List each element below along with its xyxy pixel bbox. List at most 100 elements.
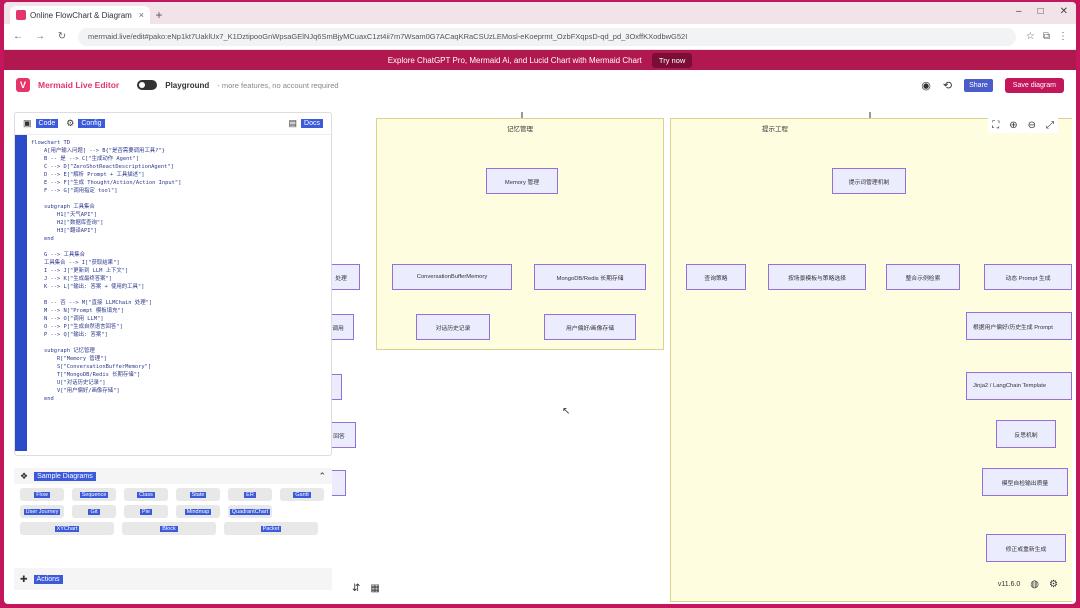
close-window-icon[interactable]: ✕: [1060, 6, 1068, 17]
extension-icon[interactable]: ⧉: [1043, 31, 1050, 42]
node-reflection[interactable]: 反思机制: [996, 420, 1056, 448]
node-conversation-buffer[interactable]: ConversationBufferMemory: [392, 264, 512, 290]
code-line[interactable]: [31, 243, 327, 251]
playground-toggle[interactable]: [137, 80, 158, 90]
code-line[interactable]: B -- 是 --> C["生成动作 Agent"]: [31, 155, 327, 163]
code-line[interactable]: O --> P["生成自然语言回答"]: [31, 323, 327, 331]
github-icon[interactable]: ◉: [921, 79, 931, 92]
code-line[interactable]: [31, 291, 327, 299]
node-prompt-manager[interactable]: 提示词管理机制: [832, 168, 906, 194]
code-line[interactable]: S["ConversationBufferMemory"]: [31, 363, 327, 371]
menu-icon[interactable]: ⋮: [1058, 31, 1068, 42]
code-line[interactable]: G --> 工具集合: [31, 251, 327, 259]
code-line[interactable]: P --> Q["输出: 答案"]: [31, 331, 327, 339]
sample-git[interactable]: Git: [72, 505, 116, 518]
app-name[interactable]: Mermaid Live Editor: [38, 80, 119, 90]
tab-config[interactable]: ⚙ Config: [66, 118, 105, 129]
node-query-strategy[interactable]: 查询策略: [686, 264, 746, 290]
code-line[interactable]: M --> N["Prompt 模板填充"]: [31, 307, 327, 315]
sample-pie[interactable]: Pie: [124, 505, 168, 518]
new-tab-button[interactable]: +: [150, 6, 168, 24]
node-self-check[interactable]: 模型自检输出质量: [982, 468, 1068, 496]
sample-sequence[interactable]: Sequence: [72, 488, 116, 501]
code-line[interactable]: flowchart TD: [31, 139, 327, 147]
reload-icon[interactable]: ↻: [56, 31, 68, 42]
sample-mindmap[interactable]: Mindmap: [176, 505, 220, 518]
sample-flow[interactable]: Flow: [20, 488, 64, 501]
tab-code[interactable]: ▣ Code: [23, 118, 59, 129]
star-icon[interactable]: ☆: [1026, 31, 1035, 42]
code-line[interactable]: N --> O["调用 LLM"]: [31, 315, 327, 323]
code-line[interactable]: T["MongoDB/Redis 长期存储"]: [31, 371, 327, 379]
code-line[interactable]: K --> L["输出: 答案 + 使用的工具"]: [31, 283, 327, 291]
code-line[interactable]: H2["数据库查询"]: [31, 219, 327, 227]
pan-zoom-icon[interactable]: ⇵: [352, 583, 360, 594]
grid-icon[interactable]: ▦: [370, 583, 379, 594]
back-icon[interactable]: ←: [12, 31, 24, 42]
zoom-out-icon[interactable]: ⊖: [1028, 120, 1036, 131]
partial-node-1[interactable]: 处理: [332, 264, 360, 290]
sample-block[interactable]: Block: [122, 522, 216, 535]
maximize-icon[interactable]: □: [1038, 6, 1044, 17]
node-memory[interactable]: Memory 管理: [486, 168, 558, 194]
node-history[interactable]: 对话历史记录: [416, 314, 490, 340]
code-line[interactable]: end: [31, 235, 327, 243]
code-line[interactable]: H3["翻译API"]: [31, 227, 327, 235]
sample-user-journey[interactable]: User Journey: [20, 505, 64, 518]
code-line[interactable]: [31, 195, 327, 203]
sample-xychart[interactable]: XYChart: [20, 522, 114, 535]
node-mongo-redis[interactable]: MongoDB/Redis 长期存储: [534, 264, 646, 290]
code-line[interactable]: U["对话历史记录"]: [31, 379, 327, 387]
url-field[interactable]: mermaid.live/edit#pako:eNp1kt7UaklUx7_K1…: [78, 27, 1016, 46]
node-regenerate[interactable]: 修正或重新生成: [986, 534, 1066, 562]
palette-icon[interactable]: ◍: [1030, 579, 1039, 590]
code-line[interactable]: F --> G["调用指定 tool"]: [31, 187, 327, 195]
code-line[interactable]: subgraph 工具集合: [31, 203, 327, 211]
sample-quadrantchart[interactable]: QuadrantChart: [228, 505, 272, 518]
code-line[interactable]: D --> E["解析 Prompt + 工具描述"]: [31, 171, 327, 179]
diagram-canvas[interactable]: 处理 调用 回答 记忆管理 Memory 管理 ConversationBuff…: [332, 112, 1072, 602]
node-template-select[interactable]: 按场景模板与策略选择: [768, 264, 866, 290]
node-example-retrieval[interactable]: 整合示例检索: [886, 264, 960, 290]
sample-diagrams-header[interactable]: ❖ Sample Diagrams ⌃: [14, 468, 332, 484]
code-line[interactable]: 工具集合 --> I["获取结果"]: [31, 259, 327, 267]
code-line[interactable]: [31, 403, 327, 411]
node-dynamic-prompt[interactable]: 动态 Prompt 生成: [984, 264, 1072, 290]
code-line[interactable]: I --> J["更新到 LLM 上下文"]: [31, 267, 327, 275]
share-button[interactable]: Share: [964, 78, 993, 92]
forward-icon[interactable]: →: [34, 31, 46, 42]
try-now-button[interactable]: Try now: [651, 52, 693, 68]
node-preference[interactable]: 用户偏好/画像存储: [544, 314, 636, 340]
code-line[interactable]: E --> F["生成 Thought/Action/Action Input"…: [31, 179, 327, 187]
sample-class[interactable]: Class: [124, 488, 168, 501]
partial-node-2[interactable]: 调用: [332, 314, 354, 340]
partial-node-5[interactable]: [332, 470, 346, 496]
code-line[interactable]: end: [31, 395, 327, 403]
mermaid-logo-icon[interactable]: V: [16, 78, 30, 92]
code-line[interactable]: B -- 否 --> M["直接 LLMChain 处理"]: [31, 299, 327, 307]
chevron-icon[interactable]: ⌃: [318, 471, 326, 482]
browser-tab[interactable]: Online FlowChart & Diagram ×: [10, 6, 150, 24]
partial-node-4[interactable]: 回答: [332, 422, 356, 448]
code-editor[interactable]: flowchart TD A[用户输入问题] --> B{"是否需要调用工具?"…: [15, 135, 331, 451]
settings-icon[interactable]: ⚙: [1049, 579, 1058, 590]
fit-icon[interactable]: ⛶: [992, 120, 999, 131]
minimize-icon[interactable]: –: [1016, 6, 1022, 17]
node-jinja-template[interactable]: Jinja2 / LangChain Template: [966, 372, 1072, 400]
expand-icon[interactable]: ⤢: [1046, 120, 1054, 131]
sample-state[interactable]: State: [176, 488, 220, 501]
history-icon[interactable]: ⟲: [943, 79, 952, 92]
code-line[interactable]: R["Memory 管理"]: [31, 355, 327, 363]
partial-node-3[interactable]: [332, 374, 342, 400]
code-line[interactable]: J --> K["生成最终答案"]: [31, 275, 327, 283]
save-diagram-button[interactable]: Save diagram: [1004, 77, 1064, 93]
code-line[interactable]: V["用户偏好/画像存储"]: [31, 387, 327, 395]
code-line[interactable]: C --> D["ZeroShotReactDescriptionAgent"]: [31, 163, 327, 171]
sample-packet[interactable]: Packet: [224, 522, 318, 535]
code-line[interactable]: A[用户输入问题] --> B{"是否需要调用工具?"}: [31, 147, 327, 155]
sample-er[interactable]: ER: [228, 488, 272, 501]
code-line[interactable]: subgraph 记忆管理: [31, 347, 327, 355]
code-line[interactable]: [31, 339, 327, 347]
zoom-in-icon[interactable]: ⊕: [1009, 120, 1017, 131]
sample-gantt[interactable]: Gantt: [280, 488, 324, 501]
